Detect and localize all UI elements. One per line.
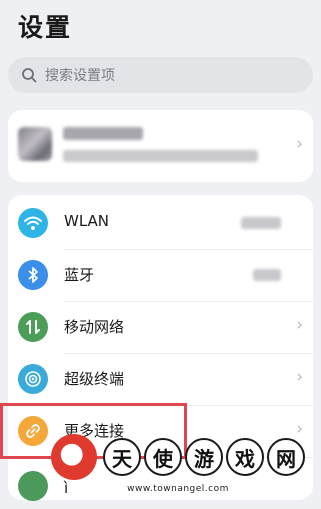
super-device-icon — [18, 364, 48, 394]
account-card[interactable]: › — [8, 110, 313, 182]
watermark-url: www.townangel.com — [127, 484, 229, 494]
search-placeholder: 搜索设置项 — [45, 68, 115, 84]
bluetooth-status-blurred — [253, 269, 281, 281]
mobile-data-icon — [18, 312, 48, 342]
bluetooth-icon — [18, 260, 48, 290]
wifi-icon — [18, 208, 48, 238]
settings-item-label: 移动网络 — [64, 318, 125, 336]
search-icon — [22, 68, 37, 83]
chevron-right-icon: › — [296, 134, 303, 154]
chevron-right-icon: › — [296, 315, 303, 335]
link-icon — [18, 416, 48, 446]
settings-item-bluetooth[interactable]: 蓝牙 — [8, 249, 313, 301]
app-icon — [18, 471, 48, 501]
watermark-char: 网 — [267, 438, 305, 476]
settings-item-label: ì — [64, 479, 69, 497]
watermark-char: 使 — [144, 438, 182, 476]
avatar — [18, 127, 52, 161]
settings-item-label: 蓝牙 — [64, 266, 95, 284]
settings-item-super-device[interactable]: 超级终端 › — [8, 353, 313, 405]
account-name-blurred — [63, 127, 143, 140]
watermark-char: 游 — [185, 438, 223, 476]
chevron-right-icon: › — [296, 367, 303, 387]
search-bar[interactable]: 搜索设置项 — [8, 57, 313, 93]
settings-item-label: 超级终端 — [64, 370, 125, 388]
wlan-status-blurred — [241, 217, 281, 229]
watermark-char: 天 — [103, 438, 141, 476]
page-title: 设置 — [18, 13, 73, 42]
watermark-logo-icon — [51, 434, 97, 480]
watermark-char: 戏 — [226, 438, 264, 476]
account-subtitle-blurred — [63, 150, 258, 162]
watermark: 天 使 游 戏 网 — [51, 434, 305, 480]
settings-item-mobile-network[interactable]: 移动网络 › — [8, 301, 313, 353]
settings-item-wlan[interactable]: WLAN — [8, 197, 313, 249]
settings-item-label: WLAN — [64, 212, 110, 230]
